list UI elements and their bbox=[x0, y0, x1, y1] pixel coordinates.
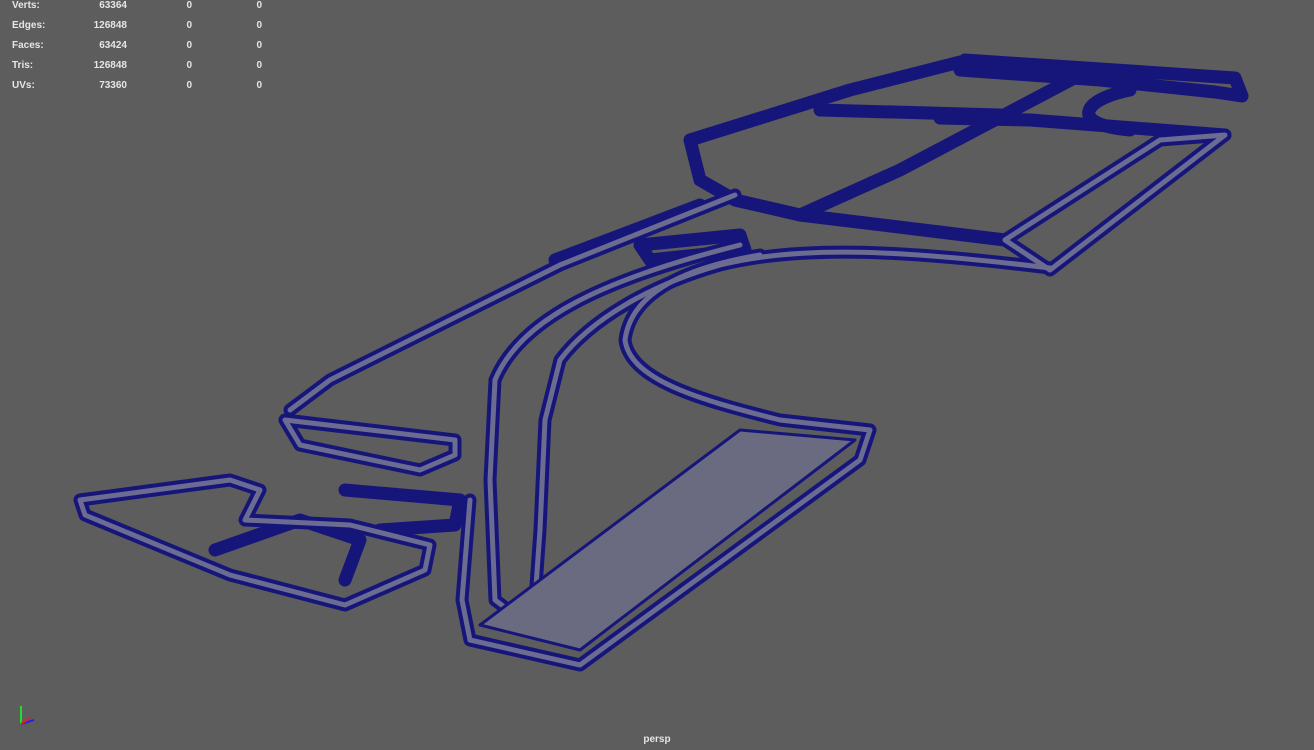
axis-gizmo-icon bbox=[20, 706, 35, 725]
hud-selected: 0 bbox=[186, 0, 192, 11]
hud-total: 126848 bbox=[93, 60, 127, 71]
hud-triangles: 0 bbox=[256, 60, 262, 71]
hud-selected: 0 bbox=[186, 20, 192, 31]
hud-row-faces: Faces: 63424 0 0 bbox=[12, 39, 262, 59]
hud-total: 73360 bbox=[99, 80, 127, 91]
wireframe-mesh bbox=[73, 53, 1249, 672]
camera-label: persp bbox=[643, 734, 671, 745]
hud-triangles: 0 bbox=[256, 40, 262, 51]
hud-row-uvs: UVs: 73360 0 0 bbox=[12, 79, 262, 99]
hud-row-edges: Edges: 126848 0 0 bbox=[12, 19, 262, 39]
hud-row-tris: Tris: 126848 0 0 bbox=[12, 59, 262, 79]
hud-selected: 0 bbox=[186, 60, 192, 71]
hud-total: 63424 bbox=[99, 40, 127, 51]
hud-label: Edges: bbox=[12, 20, 46, 31]
hud-label: Verts: bbox=[12, 0, 40, 11]
hud-selected: 0 bbox=[186, 80, 192, 91]
hud-label: Faces: bbox=[12, 40, 44, 51]
hud-selected: 0 bbox=[186, 40, 192, 51]
hud-triangles: 0 bbox=[256, 80, 262, 91]
hud-total: 63364 bbox=[99, 0, 127, 11]
hud-triangles: 0 bbox=[256, 20, 262, 31]
hud-label: Tris: bbox=[12, 60, 34, 71]
viewport-3d[interactable] bbox=[0, 0, 1314, 750]
hud-total: 126848 bbox=[93, 20, 127, 31]
hud-label: UVs: bbox=[12, 80, 35, 91]
poly-count-hud: Verts: 63364 0 0 Edges: 126848 0 0 Faces: 63424… bbox=[12, 0, 262, 99]
hud-row-verts: Verts: 63364 0 0 bbox=[12, 0, 262, 19]
hud-triangles: 0 bbox=[256, 0, 262, 11]
